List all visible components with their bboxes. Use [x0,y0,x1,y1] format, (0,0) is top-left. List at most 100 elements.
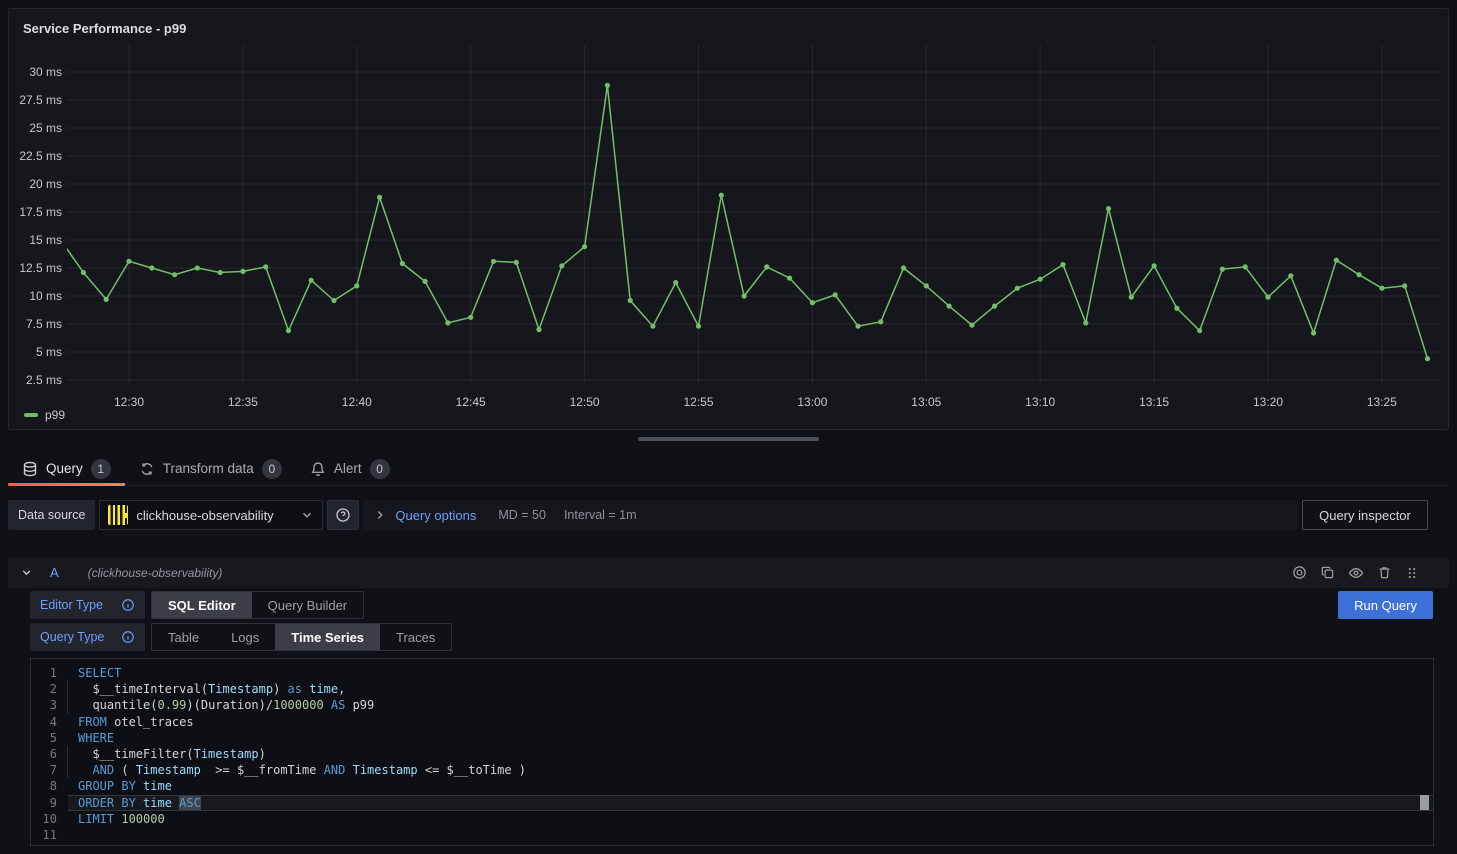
code-line-5[interactable]: 5WHERE [31,730,1433,746]
help-circle-icon [335,507,351,523]
trash-icon [1377,565,1392,580]
query-toolbar: Data source clickhouse-observability Que… [8,500,1428,530]
editor-type-query-builder[interactable]: Query Builder [252,592,363,618]
query-options-link[interactable]: Query options [395,508,476,523]
indent-guide [67,746,68,762]
code-line-9[interactable]: 9 ORDER BY time ASC [31,795,1433,811]
transform-icon [139,461,155,477]
overview-cursor-marker [1420,795,1429,810]
query-ref-id[interactable]: A [50,565,59,580]
code-line-3[interactable]: 3 quantile(0.99)(Duration)/1000000 AS p9… [31,697,1433,713]
code-text: LIMIT 100000 [68,811,1433,827]
info-icon[interactable] [121,630,135,644]
line-number: 9 [31,795,57,811]
svg-text:13:00: 13:00 [797,395,827,409]
chart-legend[interactable]: p99 [24,408,65,422]
query-type-table[interactable]: Table [152,624,215,650]
tab-query[interactable]: Query 1 [8,452,125,485]
editor-type-row: Editor Type SQL EditorQuery Builder Run … [30,591,1433,619]
info-icon[interactable] [121,598,135,612]
legend-series-label[interactable]: p99 [45,408,65,422]
drag-handle[interactable] [1405,566,1419,580]
query-inspector-button[interactable]: Query inspector [1302,500,1428,530]
record-icon [1292,565,1307,580]
svg-text:22.5 ms: 22.5 ms [19,149,62,163]
pane-splitter-handle[interactable] [638,437,819,441]
timeseries-panel: Service Performance - p99 2.5 ms5 ms7.5 … [8,8,1449,430]
datasource-picker[interactable]: clickhouse-observability [99,500,323,530]
editor-type-sql-editor[interactable]: SQL Editor [152,592,252,618]
svg-text:12:30: 12:30 [114,395,144,409]
code-line-11[interactable]: 11 [31,827,1433,843]
chevron-down-icon [300,508,314,522]
code-line-6[interactable]: 6 $__timeFilter(Timestamp) [31,746,1433,762]
line-number: 10 [31,811,57,827]
svg-text:25 ms: 25 ms [29,121,62,135]
clickhouse-logo-icon [108,505,128,525]
svg-text:20 ms: 20 ms [29,177,62,191]
code-line-8[interactable]: 8GROUP BY time [31,778,1433,794]
svg-text:13:20: 13:20 [1253,395,1283,409]
timeseries-chart: 2.5 ms5 ms7.5 ms10 ms12.5 ms15 ms17.5 ms… [9,9,1448,429]
x-gridlines [129,45,1382,383]
datasource-help-toggle[interactable] [1292,565,1307,580]
svg-text:12:45: 12:45 [456,395,486,409]
y-gridlines [67,72,1441,380]
svg-text:13:25: 13:25 [1367,395,1397,409]
legend-series-swatch [24,413,38,417]
run-query-button[interactable]: Run Query [1338,591,1433,619]
svg-text:27.5 ms: 27.5 ms [19,93,62,107]
query-type-group: TableLogsTime SeriesTraces [151,623,452,651]
query-options-bar: Query options MD = 50 Interval = 1m [363,500,1298,530]
query-type-traces[interactable]: Traces [380,624,451,650]
svg-text:5 ms: 5 ms [36,345,62,359]
query-row-header[interactable]: A (clickhouse-observability) [8,557,1449,588]
code-line-1[interactable]: 1SELECT [31,665,1433,681]
bell-icon [310,461,326,477]
edit-pane-tabs: Query 1 Transform data 0 Alert 0 [8,452,1449,486]
query-type-time-series[interactable]: Time Series [275,624,380,650]
svg-text:12:55: 12:55 [683,395,713,409]
code-line-4[interactable]: 4FROM otel_traces [31,714,1433,730]
svg-text:12:40: 12:40 [342,395,372,409]
indent-guide [67,681,68,697]
tab-transform-label: Transform data [163,461,254,476]
svg-text:12:35: 12:35 [228,395,258,409]
indent-guide [67,762,68,778]
line-number: 3 [31,697,57,713]
p99-series-points [58,83,1430,362]
code-line-10[interactable]: 10 LIMIT 100000 [31,811,1433,827]
query-options-expand[interactable] [373,508,387,522]
code-line-7[interactable]: 7 AND ( Timestamp >= $__fromTime AND Tim… [31,762,1433,778]
tab-query-label: Query [46,461,83,476]
p99-series-line [61,85,1428,358]
svg-text:10 ms: 10 ms [29,289,62,303]
alert-count-badge: 0 [370,459,390,479]
tab-transform-data[interactable]: Transform data 0 [125,452,296,485]
code-text: ORDER BY time ASC [68,795,1433,811]
y-axis-labels: 2.5 ms5 ms7.5 ms10 ms12.5 ms15 ms17.5 ms… [19,65,62,387]
query-datasource-hint: (clickhouse-observability) [88,566,223,580]
tab-alert[interactable]: Alert 0 [296,452,404,485]
chevron-right-icon [373,508,387,522]
code-text: SELECT [68,665,1433,681]
sql-code-editor[interactable]: 1SELECT2 $__timeInterval(Timestamp) as t… [30,658,1434,846]
grip-dots-icon [1405,566,1419,580]
chevron-down-icon [20,566,33,579]
hide-query-button[interactable] [1348,565,1364,581]
query-count-badge: 1 [91,459,111,479]
code-text [68,827,1433,843]
code-line-2[interactable]: 2 $__timeInterval(Timestamp) as time, [31,681,1433,697]
svg-text:12:50: 12:50 [570,395,600,409]
line-number: 5 [31,730,57,746]
editor-type-label-box: Editor Type [30,591,145,619]
svg-text:13:10: 13:10 [1025,395,1055,409]
query-collapse-toggle[interactable] [20,566,33,579]
query-type-logs[interactable]: Logs [215,624,275,650]
svg-text:2.5 ms: 2.5 ms [26,373,62,387]
remove-query-button[interactable] [1377,565,1392,580]
duplicate-query-button[interactable] [1320,565,1335,580]
datasource-help-button[interactable] [327,500,359,530]
svg-text:15 ms: 15 ms [29,233,62,247]
panel-title: Service Performance - p99 [23,21,186,36]
